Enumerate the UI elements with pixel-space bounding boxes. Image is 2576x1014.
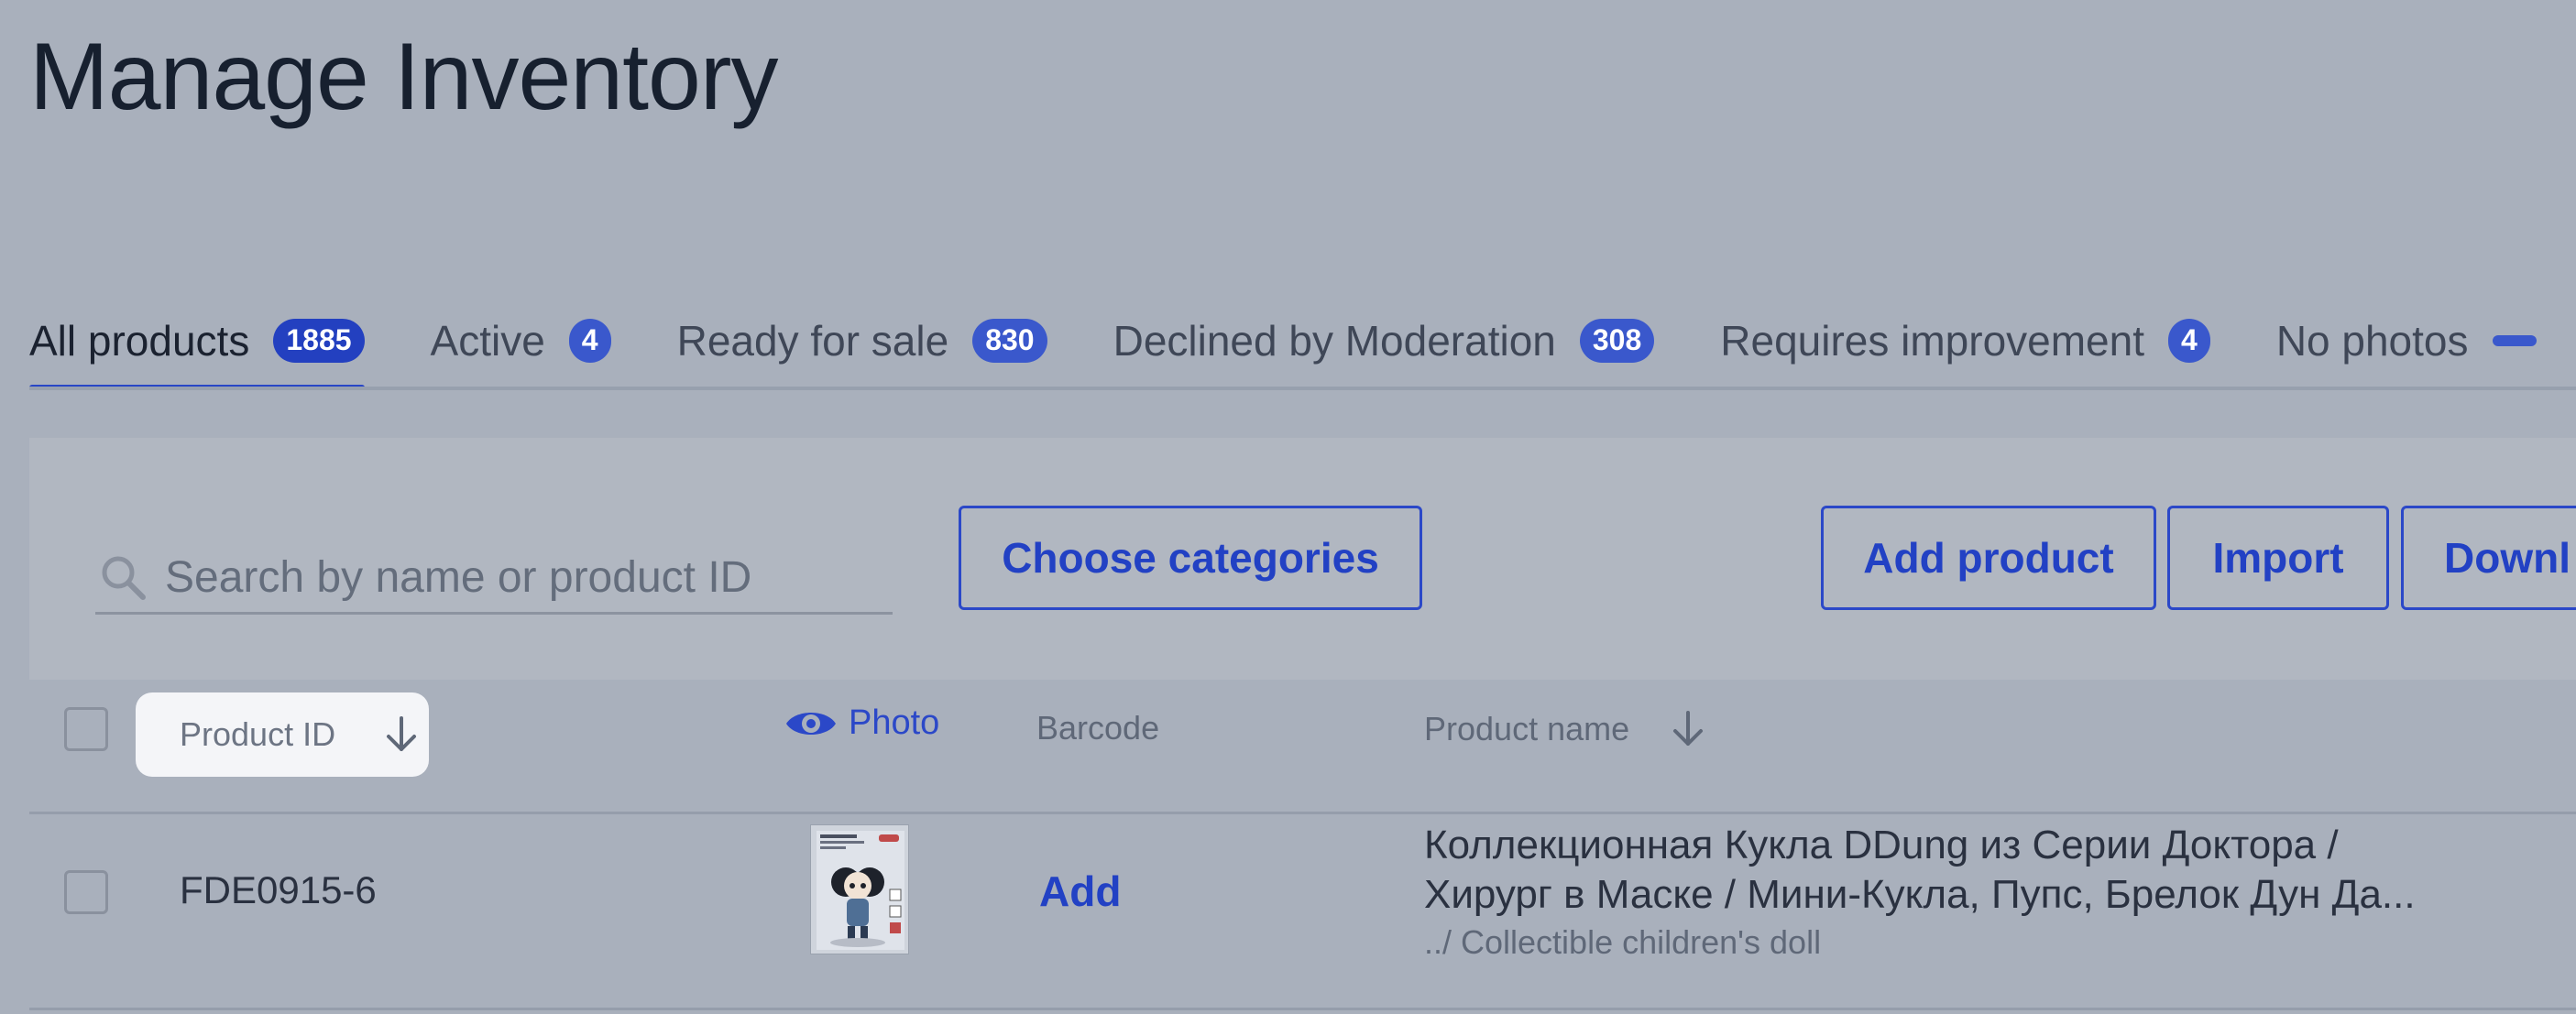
row-checkbox[interactable] (64, 870, 108, 914)
add-product-button[interactable]: Add product (1821, 506, 2156, 610)
search-input[interactable] (163, 551, 863, 604)
column-header-label: Barcode (1036, 709, 1160, 747)
tabs-divider (29, 387, 2576, 390)
column-header-barcode: Barcode (1036, 709, 1159, 747)
search-field[interactable] (95, 542, 893, 615)
tab-requires-improvement[interactable]: Requires improvement 4 (1720, 293, 2210, 388)
product-id-cell: FDE0915-6 (180, 868, 377, 911)
tab-label: No photos (2275, 317, 2469, 365)
tab-all-products[interactable]: All products 1885 (29, 293, 365, 388)
product-name-cell[interactable]: Коллекционная Кукла DDung из Серии Докто… (1424, 821, 2551, 920)
eye-icon (786, 712, 836, 735)
column-header-label: Photo (849, 703, 940, 742)
column-header-product-name[interactable]: Product name (1424, 709, 1706, 749)
product-name-line: Хирург в Маске / Мини-Кукла, Пупс, Брело… (1424, 872, 2416, 917)
tab-count-badge: 4 (568, 319, 611, 363)
add-barcode-link[interactable]: Add (1039, 867, 1121, 916)
column-header-label: Product ID (180, 715, 336, 753)
tab-active[interactable]: Active 4 (431, 293, 611, 388)
tab-count-badge: 830 (972, 319, 1047, 363)
product-name-line: Коллекционная Кукла DDung из Серии Докто… (1424, 823, 2339, 867)
tab-count-badge: 1885 (273, 319, 365, 363)
tab-declined-by-moderation[interactable]: Declined by Moderation 308 (1113, 293, 1655, 388)
column-header-product-id[interactable]: Product ID (136, 692, 429, 777)
arrow-down-icon[interactable] (383, 714, 420, 755)
tab-label: Declined by Moderation (1113, 317, 1556, 365)
tab-label: All products (29, 317, 250, 365)
page-title: Manage Inventory (29, 24, 779, 130)
tab-label: Active (430, 317, 545, 365)
tabs-bar: All products 1885 Active 4 Ready for sal… (29, 293, 2576, 388)
download-button[interactable]: Downl (2401, 506, 2576, 610)
table-row-divider (29, 1008, 2576, 1010)
tab-count-badge (2492, 335, 2537, 346)
tab-label: Ready for sale (676, 317, 949, 365)
column-header-label: Product name (1424, 710, 1630, 747)
search-icon (102, 556, 146, 600)
tab-ready-for-sale[interactable]: Ready for sale 830 (677, 293, 1047, 388)
select-all-checkbox[interactable] (64, 707, 108, 751)
choose-categories-button[interactable]: Choose categories (959, 506, 1422, 610)
product-photo-thumbnail[interactable] (810, 824, 909, 954)
arrow-down-icon[interactable] (1670, 709, 1706, 749)
tab-label: Requires improvement (1720, 317, 2145, 365)
table-header-divider (29, 812, 2576, 814)
doll-box-image (811, 825, 908, 954)
import-button[interactable]: Import (2167, 506, 2389, 610)
column-header-photo[interactable]: Photo (784, 703, 939, 743)
tab-no-photos[interactable]: No photos (2276, 293, 2537, 388)
tab-count-badge: 4 (2168, 319, 2210, 363)
tab-count-badge: 308 (1579, 319, 1655, 363)
product-category-path: ../ Collectible children's doll (1424, 923, 1822, 961)
